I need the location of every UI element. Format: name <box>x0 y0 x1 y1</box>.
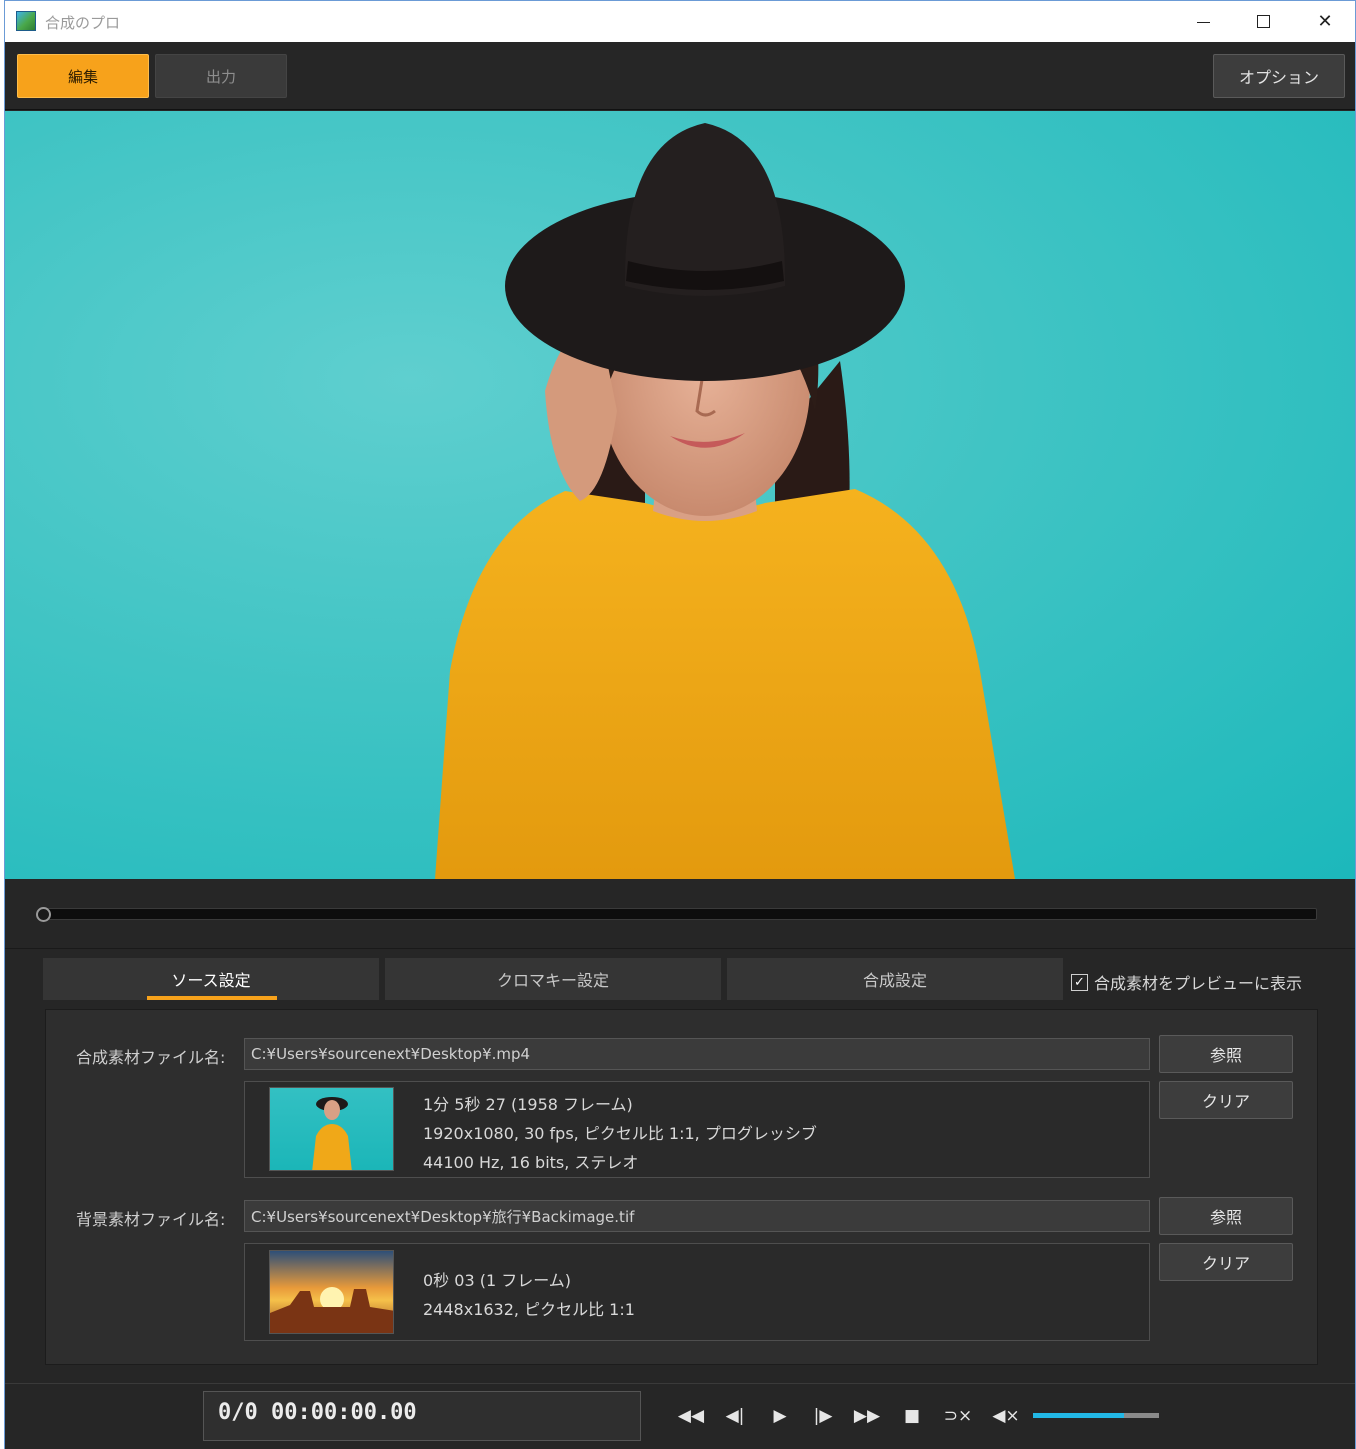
composite-info-video: 1920x1080, 30 fps, ピクセル比 1:1, プログレッシブ <box>423 1124 817 1143</box>
composite-file-input[interactable]: C:¥Users¥sourcenext¥Desktop¥.mp4 <box>244 1038 1150 1070</box>
volume-slider[interactable] <box>1033 1413 1159 1418</box>
composite-clear-button[interactable]: クリア <box>1159 1081 1293 1119</box>
close-button[interactable]: ✕ <box>1295 1 1355 42</box>
composite-thumbnail <box>269 1087 394 1171</box>
background-info-duration: 0秒 03 (1 フレーム) <box>423 1271 571 1290</box>
tab-chromakey-settings[interactable]: クロマキー設定 <box>385 958 721 1000</box>
minimize-icon <box>1196 22 1210 23</box>
composite-file-label: 合成素材ファイル名: <box>76 1048 226 1067</box>
active-tab-indicator <box>147 996 277 1000</box>
toolbar: 編集 出力 オプション <box>5 42 1355 110</box>
options-button[interactable]: オプション <box>1213 54 1345 98</box>
maximize-icon <box>1256 15 1270 28</box>
play-icon[interactable]: ▶ <box>769 1404 791 1428</box>
background-browse-button[interactable]: 参照 <box>1159 1197 1293 1235</box>
edit-mode-button[interactable]: 編集 <box>17 54 149 98</box>
timecode-display: 0/0 00:00:00.00 <box>203 1391 641 1441</box>
preview-checkbox[interactable]: ✓ <box>1071 973 1088 991</box>
maximize-button[interactable] <box>1233 1 1293 42</box>
window-title: 合成のプロ <box>45 14 121 32</box>
volume-level <box>1033 1413 1124 1418</box>
app-icon <box>16 11 36 31</box>
settings-tabs: ソース設定 クロマキー設定 合成設定 ✓ 合成素材をプレビューに表示 <box>5 956 1355 1004</box>
preview-checkbox-label: 合成素材をプレビューに表示 <box>1094 974 1303 993</box>
title-bar: 合成のプロ ✕ <box>5 1 1355 42</box>
loop-off-icon[interactable]: ⊃× <box>941 1404 975 1428</box>
step-back-icon[interactable]: ◀| <box>723 1404 747 1428</box>
close-icon: ✕ <box>1317 11 1333 32</box>
mute-icon[interactable]: ◀× <box>992 1404 1019 1428</box>
background-file-label: 背景素材ファイル名: <box>76 1210 226 1229</box>
source-settings-panel: 合成素材ファイル名: C:¥Users¥sourcenext¥Desktop¥.… <box>45 1009 1318 1365</box>
checkmark-icon: ✓ <box>1074 974 1085 990</box>
preview-image <box>435 123 1015 879</box>
composite-thumbnail-image <box>312 1097 352 1170</box>
fast-forward-icon[interactable]: ▶▶ <box>853 1404 881 1428</box>
background-thumbnail-image <box>270 1287 393 1333</box>
transport-bar: 0/0 00:00:00.00 ◀◀ ◀| ▶ |▶ ▶▶ ■ ⊃× ◀× <box>5 1383 1355 1449</box>
composite-info-duration: 1分 5秒 27 (1958 フレーム) <box>423 1095 633 1114</box>
step-forward-icon[interactable]: |▶ <box>811 1404 835 1428</box>
app-window: 合成のプロ ✕ 編集 出力 オプション ソース設定 クロマキー設定 合成設定 ✓… <box>4 0 1356 1449</box>
video-preview <box>5 111 1355 879</box>
composite-browse-button[interactable]: 参照 <box>1159 1035 1293 1073</box>
composite-info-audio: 44100 Hz, 16 bits, ステレオ <box>423 1153 639 1172</box>
background-file-input[interactable]: C:¥Users¥sourcenext¥Desktop¥旅行¥Backimage… <box>244 1200 1150 1232</box>
rewind-icon[interactable]: ◀◀ <box>677 1404 705 1428</box>
seek-bar[interactable] <box>39 908 1317 920</box>
background-info-image: 2448x1632, ピクセル比 1:1 <box>423 1300 635 1319</box>
tab-source-settings[interactable]: ソース設定 <box>43 958 379 1000</box>
seek-area <box>5 879 1355 949</box>
background-thumbnail <box>269 1250 394 1334</box>
output-mode-button[interactable]: 出力 <box>155 54 287 98</box>
composite-info-box: 1分 5秒 27 (1958 フレーム) 1920x1080, 30 fps, … <box>244 1081 1150 1178</box>
stop-icon[interactable]: ■ <box>903 1404 921 1428</box>
minimize-button[interactable] <box>1173 1 1233 42</box>
tab-composite-settings[interactable]: 合成設定 <box>727 958 1063 1000</box>
background-info-box: 0秒 03 (1 フレーム) 2448x1632, ピクセル比 1:1 <box>244 1243 1150 1341</box>
preview-composite-toggle[interactable]: ✓ 合成素材をプレビューに表示 <box>1071 970 1302 994</box>
seek-thumb[interactable] <box>36 907 51 922</box>
background-clear-button[interactable]: クリア <box>1159 1243 1293 1281</box>
